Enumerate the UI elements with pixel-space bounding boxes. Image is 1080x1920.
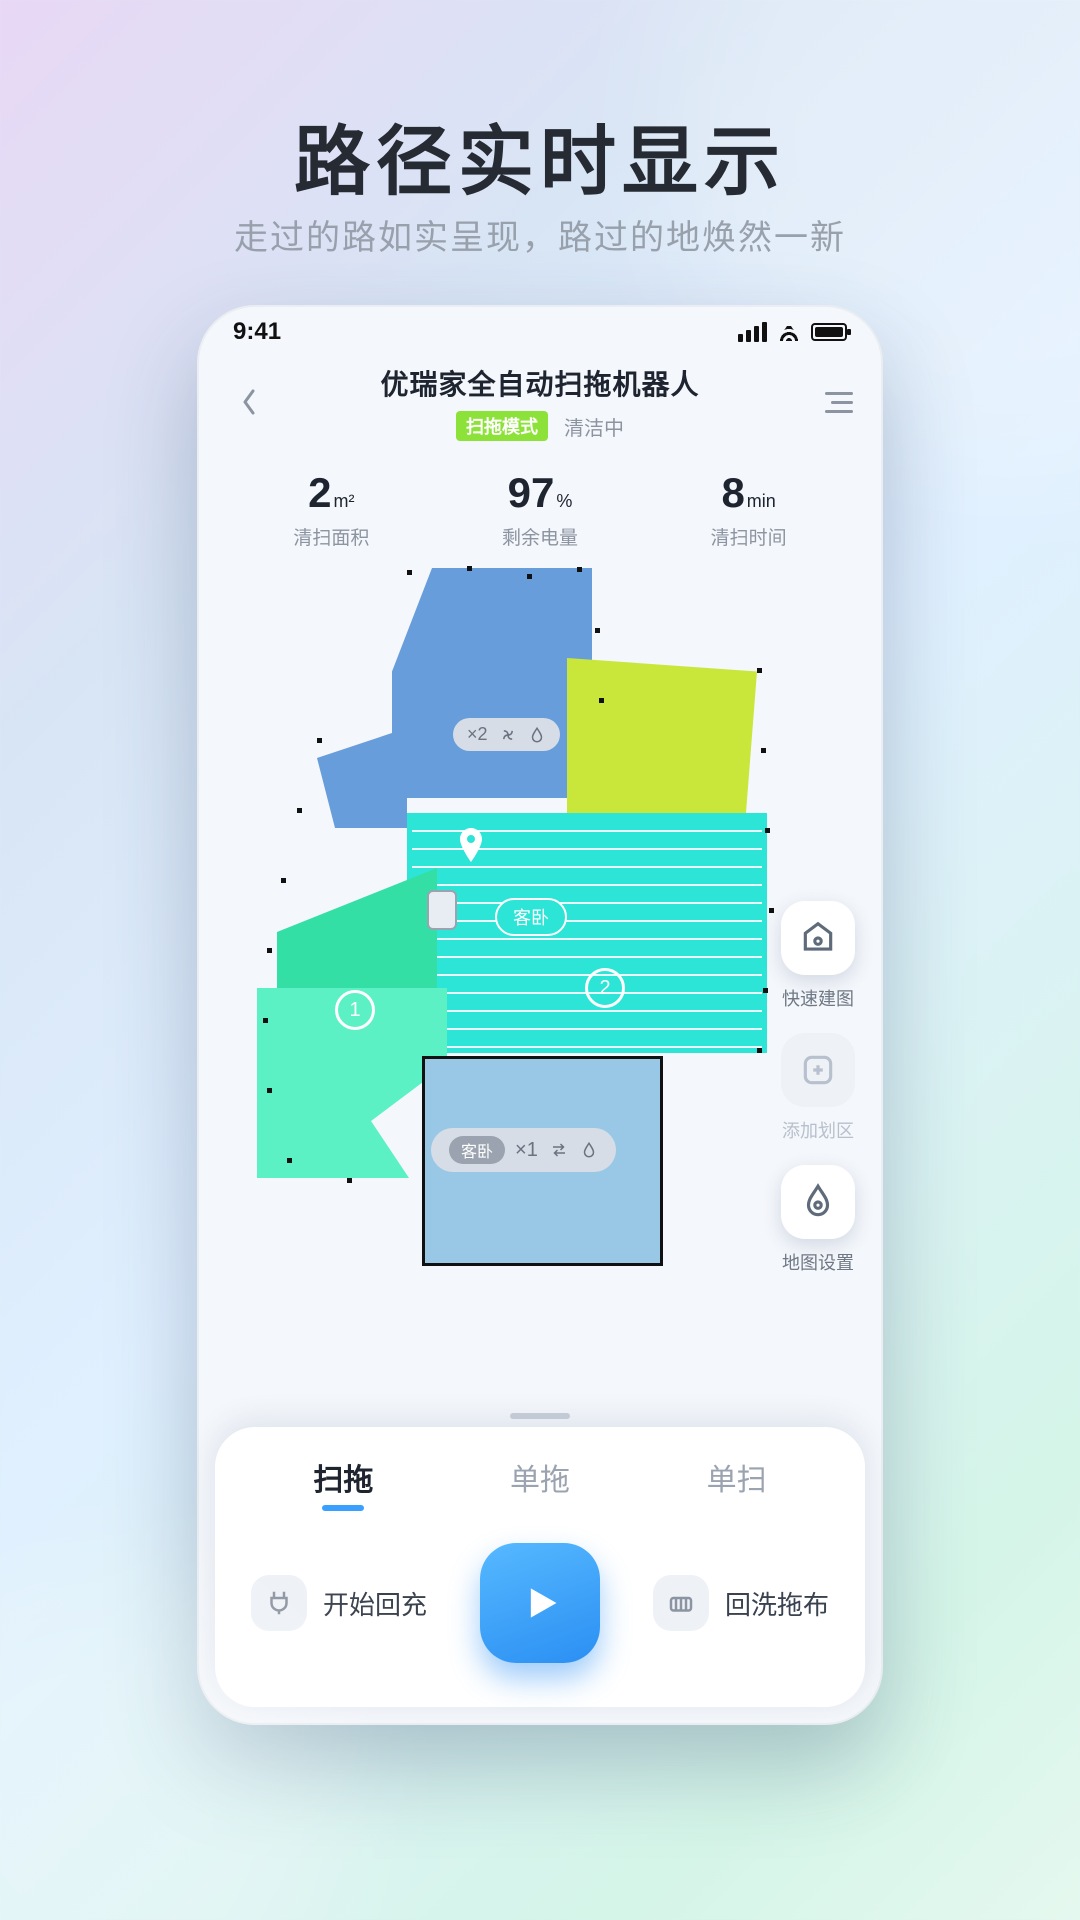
- recharge-button[interactable]: 开始回充: [251, 1575, 427, 1631]
- add-zone-button[interactable]: [781, 1033, 855, 1107]
- map-settings-button[interactable]: [781, 1165, 855, 1239]
- menu-button[interactable]: [809, 380, 853, 424]
- wifi-icon: [777, 323, 801, 341]
- robot-location-icon: [459, 828, 483, 862]
- plug-icon: [251, 1575, 307, 1631]
- hero-subtitle: 走过的路如实呈现，路过的地焕然一新: [0, 210, 1080, 259]
- wash-mop-label: 回洗拖布: [725, 1585, 829, 1622]
- app-header: 优瑞家全自动扫拖机器人 扫拖模式 清洁中: [197, 359, 883, 441]
- header-title-block: 优瑞家全自动扫拖机器人 扫拖模式 清洁中: [380, 363, 699, 441]
- stat-battery: 97% 剩余电量: [502, 469, 578, 550]
- tab-sweep-mop[interactable]: 扫拖: [313, 1455, 373, 1509]
- status-time: 9:41: [233, 318, 281, 346]
- stat-battery-value: 97: [508, 469, 555, 517]
- dock-icon: [427, 890, 457, 930]
- bubble-text: ×2: [467, 724, 488, 745]
- stat-time-value: 8: [721, 469, 744, 517]
- water-icon: [528, 725, 546, 745]
- back-button[interactable]: [227, 380, 271, 424]
- status-bar: 9:41: [197, 305, 883, 359]
- stat-time-label: 清扫时间: [711, 523, 787, 550]
- quick-map-button[interactable]: [781, 901, 855, 975]
- bottom-sheet: 扫拖 单拖 单扫 开始回充 回洗拖布: [215, 1427, 865, 1707]
- bubble-room: 客卧: [449, 1136, 505, 1164]
- tab-sweep-only[interactable]: 单扫: [707, 1455, 767, 1509]
- room-pin-2[interactable]: 2: [585, 968, 625, 1008]
- recharge-label: 开始回充: [323, 1585, 427, 1622]
- swap-icon: [548, 1141, 570, 1159]
- map-region: [317, 728, 407, 828]
- mop-icon: [653, 1575, 709, 1631]
- stat-area-label: 清扫面积: [293, 523, 369, 550]
- room-label[interactable]: 客卧: [495, 898, 567, 936]
- fan-icon: [498, 725, 518, 745]
- stat-time: 8min 清扫时间: [711, 469, 787, 550]
- map-mode-bubble-bottom[interactable]: 客卧 ×1: [431, 1128, 616, 1172]
- mode-badge: 扫拖模式: [456, 411, 548, 441]
- sheet-grabber[interactable]: [510, 1413, 570, 1419]
- stat-area-unit: m²: [334, 491, 355, 512]
- stat-battery-unit: %: [556, 491, 572, 512]
- map-settings-label: 地图设置: [782, 1249, 854, 1275]
- signal-icon: [738, 322, 767, 342]
- start-button[interactable]: [480, 1543, 600, 1663]
- mode-tabs: 扫拖 单拖 单扫: [245, 1455, 835, 1509]
- stats-row: 2m² 清扫面积 97% 剩余电量 8min 清扫时间: [197, 441, 883, 550]
- device-name: 优瑞家全自动扫拖机器人: [380, 363, 699, 403]
- status-icons: [738, 322, 847, 342]
- stat-time-unit: min: [747, 491, 776, 512]
- water-icon: [580, 1140, 598, 1160]
- add-zone-label: 添加划区: [782, 1117, 854, 1143]
- battery-icon: [811, 323, 847, 341]
- device-status: 清洁中: [564, 412, 624, 441]
- room-pin-1[interactable]: 1: [335, 990, 375, 1030]
- stat-battery-label: 剩余电量: [502, 523, 578, 550]
- hero-title: 路径实时显示: [0, 100, 1080, 210]
- stat-area-value: 2: [308, 469, 331, 517]
- bubble-text: ×1: [515, 1139, 538, 1162]
- map-side-buttons: 快速建图 添加划区 地图设置: [781, 901, 855, 1275]
- map-region: [392, 568, 592, 798]
- map-mode-bubble-top[interactable]: ×2: [453, 718, 560, 751]
- phone-frame: 9:41 优瑞家全自动扫拖机器人 扫拖模式 清洁中 2m² 清扫面积 97% 剩…: [197, 305, 883, 1725]
- wash-mop-button[interactable]: 回洗拖布: [653, 1575, 829, 1631]
- quick-map-label: 快速建图: [782, 985, 854, 1011]
- stat-area: 2m² 清扫面积: [293, 469, 369, 550]
- tab-mop-only[interactable]: 单拖: [510, 1455, 570, 1509]
